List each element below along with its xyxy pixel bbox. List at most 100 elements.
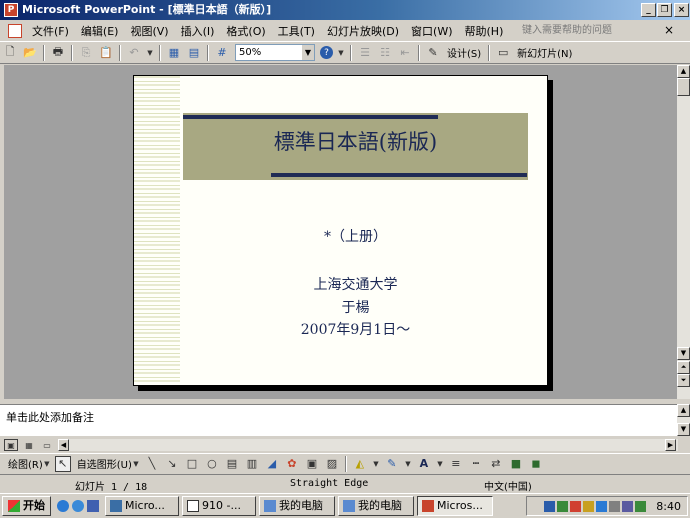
chevron-down-icon[interactable]: ▼: [404, 456, 412, 472]
help-question-box[interactable]: 键入需要帮助的问题: [518, 23, 658, 39]
scroll-up-icon[interactable]: ▲: [677, 404, 690, 417]
chevron-down-icon[interactable]: ▼: [436, 456, 444, 472]
volume-icon[interactable]: [609, 500, 621, 512]
help-icon[interactable]: ?: [320, 46, 333, 59]
chevron-down-icon[interactable]: ▼: [132, 456, 140, 472]
decrease-font-icon[interactable]: ⇤: [397, 45, 413, 61]
task-my-computer-2[interactable]: 我的电脑: [338, 496, 414, 516]
slideshow-icon[interactable]: ▭: [40, 439, 54, 451]
scroll-thumb[interactable]: [677, 78, 690, 96]
picture-icon[interactable]: ▨: [324, 456, 340, 472]
clipart-icon[interactable]: ▣: [304, 456, 320, 472]
slide-canvas[interactable]: 標準日本語(新版) *（上册） 上海交通大学 于楊 2007年9月1日～: [133, 75, 548, 386]
wordart-icon[interactable]: ◢: [264, 456, 280, 472]
vertical-textbox-icon[interactable]: ▥: [244, 456, 260, 472]
select-pointer-icon[interactable]: ↖: [54, 455, 71, 472]
slide-sorter-icon[interactable]: ▦: [22, 439, 36, 451]
textbox-icon[interactable]: ▤: [224, 456, 240, 472]
diagram-icon[interactable]: ✿: [284, 456, 300, 472]
tray-app-icon[interactable]: [622, 500, 634, 512]
task-micro-1[interactable]: Micro...: [105, 496, 179, 516]
paste-icon[interactable]: 📋: [98, 45, 114, 61]
open-icon[interactable]: 📂: [22, 45, 38, 61]
network-icon[interactable]: [557, 500, 569, 512]
chevron-down-icon[interactable]: ▼: [43, 456, 51, 472]
previous-slide-icon[interactable]: ⏶: [677, 361, 690, 374]
tray-app-icon[interactable]: [596, 500, 608, 512]
close-document-icon[interactable]: ×: [664, 23, 674, 37]
zoom-select[interactable]: 50% ▼: [235, 44, 315, 61]
oval-icon[interactable]: ○: [204, 456, 220, 472]
menu-file[interactable]: 文件(F): [26, 23, 75, 39]
arrow-icon[interactable]: ↘: [164, 456, 180, 472]
menu-tools[interactable]: 工具(T): [272, 23, 321, 39]
slide-title[interactable]: 標準日本語(新版): [183, 126, 528, 156]
menu-slideshow[interactable]: 幻灯片放映(D): [321, 23, 405, 39]
autoshape-menu-button[interactable]: 自选图形(U): [77, 456, 132, 471]
line-color-icon[interactable]: ✎: [384, 456, 400, 472]
insert-table-icon[interactable]: ▤: [186, 45, 202, 61]
scroll-left-icon[interactable]: ◀: [58, 439, 69, 451]
shadow-icon[interactable]: ■: [508, 456, 524, 472]
vertical-scrollbar[interactable]: ▲ ▼ ⏶ ⏷: [677, 65, 690, 399]
ie-icon[interactable]: [72, 500, 84, 512]
slide-line-date[interactable]: 2007年9月1日～: [183, 319, 528, 339]
slide-line-author[interactable]: 于楊: [183, 297, 528, 317]
design-icon[interactable]: ✎: [425, 45, 441, 61]
clock[interactable]: 8:40: [656, 500, 681, 513]
rectangle-icon[interactable]: □: [184, 456, 200, 472]
toolbar-options-icon[interactable]: ▼: [337, 45, 345, 61]
font-color-icon[interactable]: A: [416, 456, 432, 472]
3d-icon[interactable]: ◼: [528, 456, 544, 472]
menu-window[interactable]: 窗口(W): [405, 23, 458, 39]
slide-subtitle[interactable]: *（上册）: [183, 226, 528, 246]
line-style-icon[interactable]: ≡: [448, 456, 464, 472]
normal-view-icon[interactable]: ▣: [4, 439, 18, 451]
task-powerpoint[interactable]: Micros...: [417, 496, 493, 516]
menu-edit[interactable]: 编辑(E): [75, 23, 125, 39]
next-slide-icon[interactable]: ⏷: [677, 374, 690, 387]
numbering-icon[interactable]: ☰: [357, 45, 373, 61]
minimize-button[interactable]: _: [641, 3, 656, 17]
notes-pane[interactable]: 单击此处添加备注: [0, 404, 678, 436]
menu-format[interactable]: 格式(O): [220, 23, 271, 39]
line-icon[interactable]: ╲: [144, 456, 160, 472]
copy-icon[interactable]: ⎘: [78, 45, 94, 61]
restore-button[interactable]: ❐: [657, 3, 672, 17]
scroll-right-icon[interactable]: ▶: [665, 439, 676, 451]
input-method-icon[interactable]: [544, 500, 556, 512]
desktop-icon[interactable]: [57, 500, 69, 512]
grid-icon[interactable]: #: [214, 45, 230, 61]
design-button[interactable]: 设计(S): [447, 45, 481, 60]
new-slide-button[interactable]: 新幻灯片(N): [517, 45, 572, 60]
menu-insert[interactable]: 插入(I): [175, 23, 221, 39]
new-slide-icon[interactable]: ▭: [495, 45, 511, 61]
close-button[interactable]: ×: [674, 3, 689, 17]
horizontal-scrollbar[interactable]: ◀ ▶: [58, 439, 678, 451]
draw-menu-button[interactable]: 绘图(R): [8, 456, 43, 471]
scroll-down-icon[interactable]: ▼: [677, 347, 690, 360]
powerpoint-app-icon[interactable]: P: [4, 3, 18, 17]
arrow-style-icon[interactable]: ⇄: [488, 456, 504, 472]
start-button[interactable]: 开始: [2, 496, 51, 516]
tray-app-icon[interactable]: [635, 500, 647, 512]
document-icon[interactable]: [8, 23, 22, 38]
chevron-down-icon[interactable]: ▼: [302, 45, 314, 60]
bullets-icon[interactable]: ☷: [377, 45, 393, 61]
scroll-up-icon[interactable]: ▲: [677, 65, 690, 78]
print-icon[interactable]: 🖶: [50, 45, 66, 61]
fill-color-icon[interactable]: ◭: [352, 456, 368, 472]
task-910[interactable]: 910 -...: [182, 496, 256, 516]
menu-view[interactable]: 视图(V): [124, 23, 174, 39]
antivirus-icon[interactable]: [570, 500, 582, 512]
slide-line-school[interactable]: 上海交通大学: [183, 274, 528, 294]
tray-app-icon[interactable]: [583, 500, 595, 512]
menu-help[interactable]: 帮助(H): [459, 23, 510, 39]
outlook-icon[interactable]: [87, 500, 99, 512]
undo-icon[interactable]: ↶: [126, 45, 142, 61]
notes-scrollbar[interactable]: ▲ ▼: [677, 404, 690, 436]
insert-chart-icon[interactable]: ▦: [166, 45, 182, 61]
undo-dropdown-icon[interactable]: ▼: [146, 45, 154, 61]
task-my-computer-1[interactable]: 我的电脑: [259, 496, 335, 516]
dash-style-icon[interactable]: ┅: [468, 456, 484, 472]
